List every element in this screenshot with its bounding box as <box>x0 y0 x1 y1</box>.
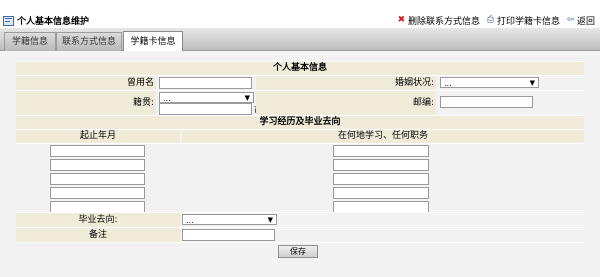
section-basic-info: 个人基本信息 <box>16 61 584 75</box>
marital-status-label: 婚姻状况: <box>394 78 434 88</box>
period-input-2[interactable] <box>50 159 145 171</box>
tab-student-status[interactable]: 学籍信息 <box>4 32 56 51</box>
graduation-value: ... <box>186 216 194 225</box>
native-place-input[interactable] <box>159 103 252 115</box>
history-header-row: 起止年月 在何地学习、任何职务 <box>16 129 584 143</box>
history-entries <box>16 143 584 213</box>
back-icon: ⇦ <box>566 15 575 25</box>
place-role-input-2[interactable] <box>333 159 429 171</box>
marital-status-select[interactable]: ... ▼ <box>440 77 539 88</box>
section-study-history: 学习经历及毕业去向 <box>16 115 584 129</box>
used-name-label: 曾用名 <box>126 78 154 88</box>
place-role-input-4[interactable] <box>333 187 429 199</box>
postcode-label: 邮编: <box>412 98 434 108</box>
place-role-input-3[interactable] <box>333 173 429 185</box>
period-input-3[interactable] <box>50 173 145 185</box>
row-remark: 备注 <box>16 227 584 242</box>
used-name-input[interactable] <box>159 77 252 89</box>
header-actions: ✖ 删除联系方式信息 ⎙ 打印学籍卡信息 ⇦ 返回 <box>397 14 595 28</box>
row-used-name-marital: 曾用名 婚姻状况: ... ▼ <box>16 75 584 90</box>
period-input-4[interactable] <box>50 187 145 199</box>
delete-contact-label: 删除联系方式信息 <box>407 17 480 27</box>
marital-status-value: ... <box>444 79 452 88</box>
col-place-role-header: 在何地学习、任何职务 <box>182 130 584 143</box>
remark-label: 备注 <box>16 228 180 242</box>
remark-input[interactable] <box>182 229 275 241</box>
native-place-label: 籍贯: <box>132 98 154 108</box>
place-role-input-1[interactable] <box>333 145 429 157</box>
tab-contact-info[interactable]: 联系方式信息 <box>56 32 122 51</box>
chevron-down-icon: ▼ <box>267 216 273 224</box>
row-graduation: 毕业去向: ... ▼ <box>16 212 584 227</box>
postcode-input[interactable] <box>440 96 533 108</box>
native-place-select[interactable]: ... ▼ <box>159 92 254 103</box>
back-button[interactable]: ⇦ 返回 <box>566 14 595 28</box>
delete-icon: ✖ <box>397 15 406 25</box>
top-bar: 个人基本信息维护 ✖ 删除联系方式信息 ⎙ 打印学籍卡信息 ⇦ 返回 <box>0 0 600 28</box>
graduation-select[interactable]: ... ▼ <box>182 214 277 225</box>
tab-bar: 学籍信息 联系方式信息 学籍卡信息 <box>0 28 600 52</box>
period-input-1[interactable] <box>50 145 145 157</box>
row-save: 保存 <box>16 242 584 258</box>
form-icon <box>3 15 14 26</box>
student-card-form: 个人基本信息 曾用名 婚姻状况: ... ▼ 籍贯: ... ▼ 市县 <box>16 61 584 258</box>
page-title-area: 个人基本信息维护 <box>3 14 89 27</box>
print-icon: ⎙ <box>486 15 495 25</box>
col-period-header: 起止年月 <box>16 130 180 143</box>
delete-contact-button[interactable]: ✖ 删除联系方式信息 <box>397 14 480 28</box>
native-place-value: ... <box>163 94 171 103</box>
row-native-postcode: 籍贯: ... ▼ 市县 邮编: <box>16 90 584 116</box>
graduation-label: 毕业去向: <box>16 213 180 227</box>
print-card-button[interactable]: ⎙ 打印学籍卡信息 <box>486 14 560 28</box>
page-title: 个人基本信息维护 <box>17 17 90 27</box>
save-button[interactable]: 保存 <box>278 245 318 258</box>
tab-student-card[interactable]: 学籍卡信息 <box>123 31 183 52</box>
content-area: 个人基本信息 曾用名 婚姻状况: ... ▼ 籍贯: ... ▼ 市县 <box>0 51 600 277</box>
back-label: 返回 <box>576 17 595 27</box>
chevron-down-icon: ▼ <box>529 79 535 87</box>
print-card-label: 打印学籍卡信息 <box>496 17 560 27</box>
